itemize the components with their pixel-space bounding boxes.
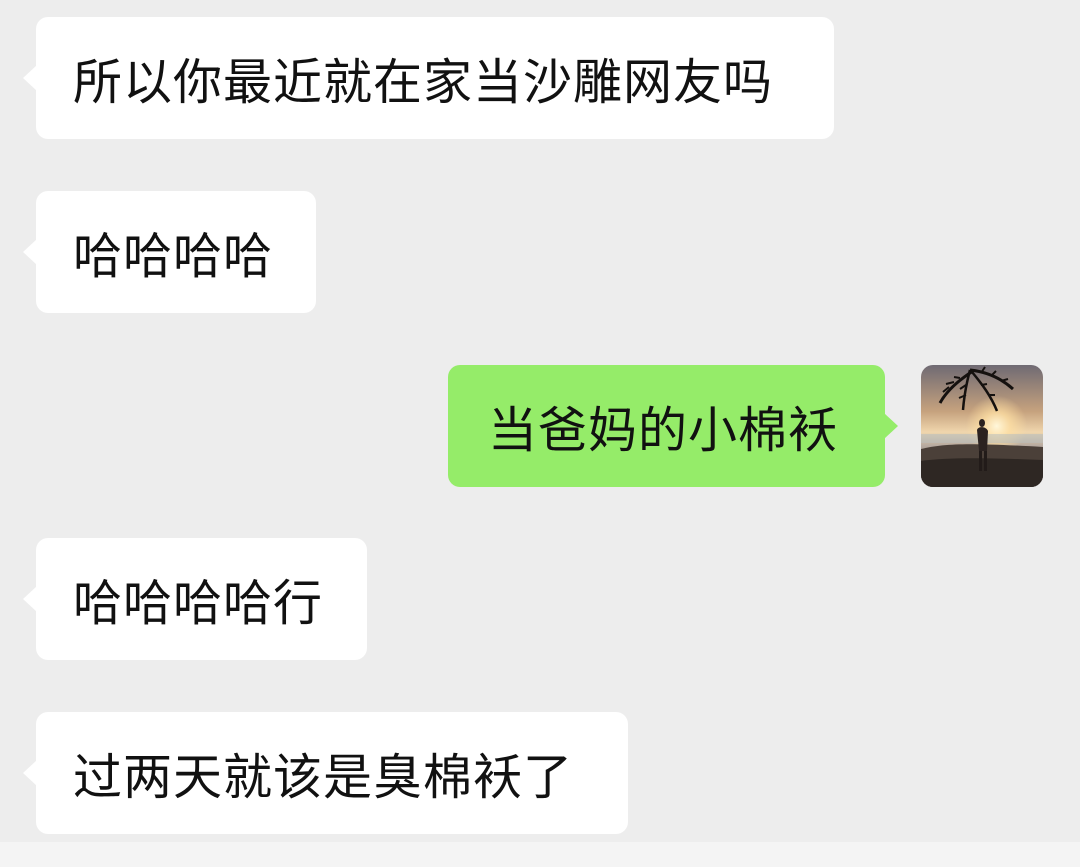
bubble-tail [23, 239, 37, 265]
incoming-message-bubble[interactable]: 过两天就该是臭棉袄了 [23, 712, 628, 834]
incoming-message-bubble[interactable]: 哈哈哈哈行 [23, 538, 367, 660]
bubble-tail [23, 760, 37, 786]
incoming-message-bubble[interactable]: 哈哈哈哈 [23, 191, 316, 313]
message-text: 哈哈哈哈行 [73, 574, 324, 632]
bubble-tail [884, 413, 898, 439]
chat-message-list: 所以你最近就在家当沙雕网友吗 哈哈哈哈 当爸妈的小棉袄 哈哈哈哈行 过两天就该是… [0, 0, 1080, 867]
message-text: 过两天就该是臭棉袄了 [73, 748, 574, 806]
message-text: 所以你最近就在家当沙雕网友吗 [73, 53, 774, 111]
sunset-beach-photo-icon [921, 365, 1043, 487]
bubble-tail [23, 586, 37, 612]
bubble-tail [23, 65, 37, 91]
incoming-message-bubble[interactable]: 所以你最近就在家当沙雕网友吗 [23, 17, 834, 139]
message-text: 当爸妈的小棉袄 [488, 401, 839, 459]
outgoing-message-bubble[interactable]: 当爸妈的小棉袄 [448, 365, 898, 487]
message-text: 哈哈哈哈 [73, 227, 274, 285]
sunset-beach-photo-avatar[interactable] [921, 365, 1043, 487]
bottom-input-area-edge [0, 842, 1080, 867]
